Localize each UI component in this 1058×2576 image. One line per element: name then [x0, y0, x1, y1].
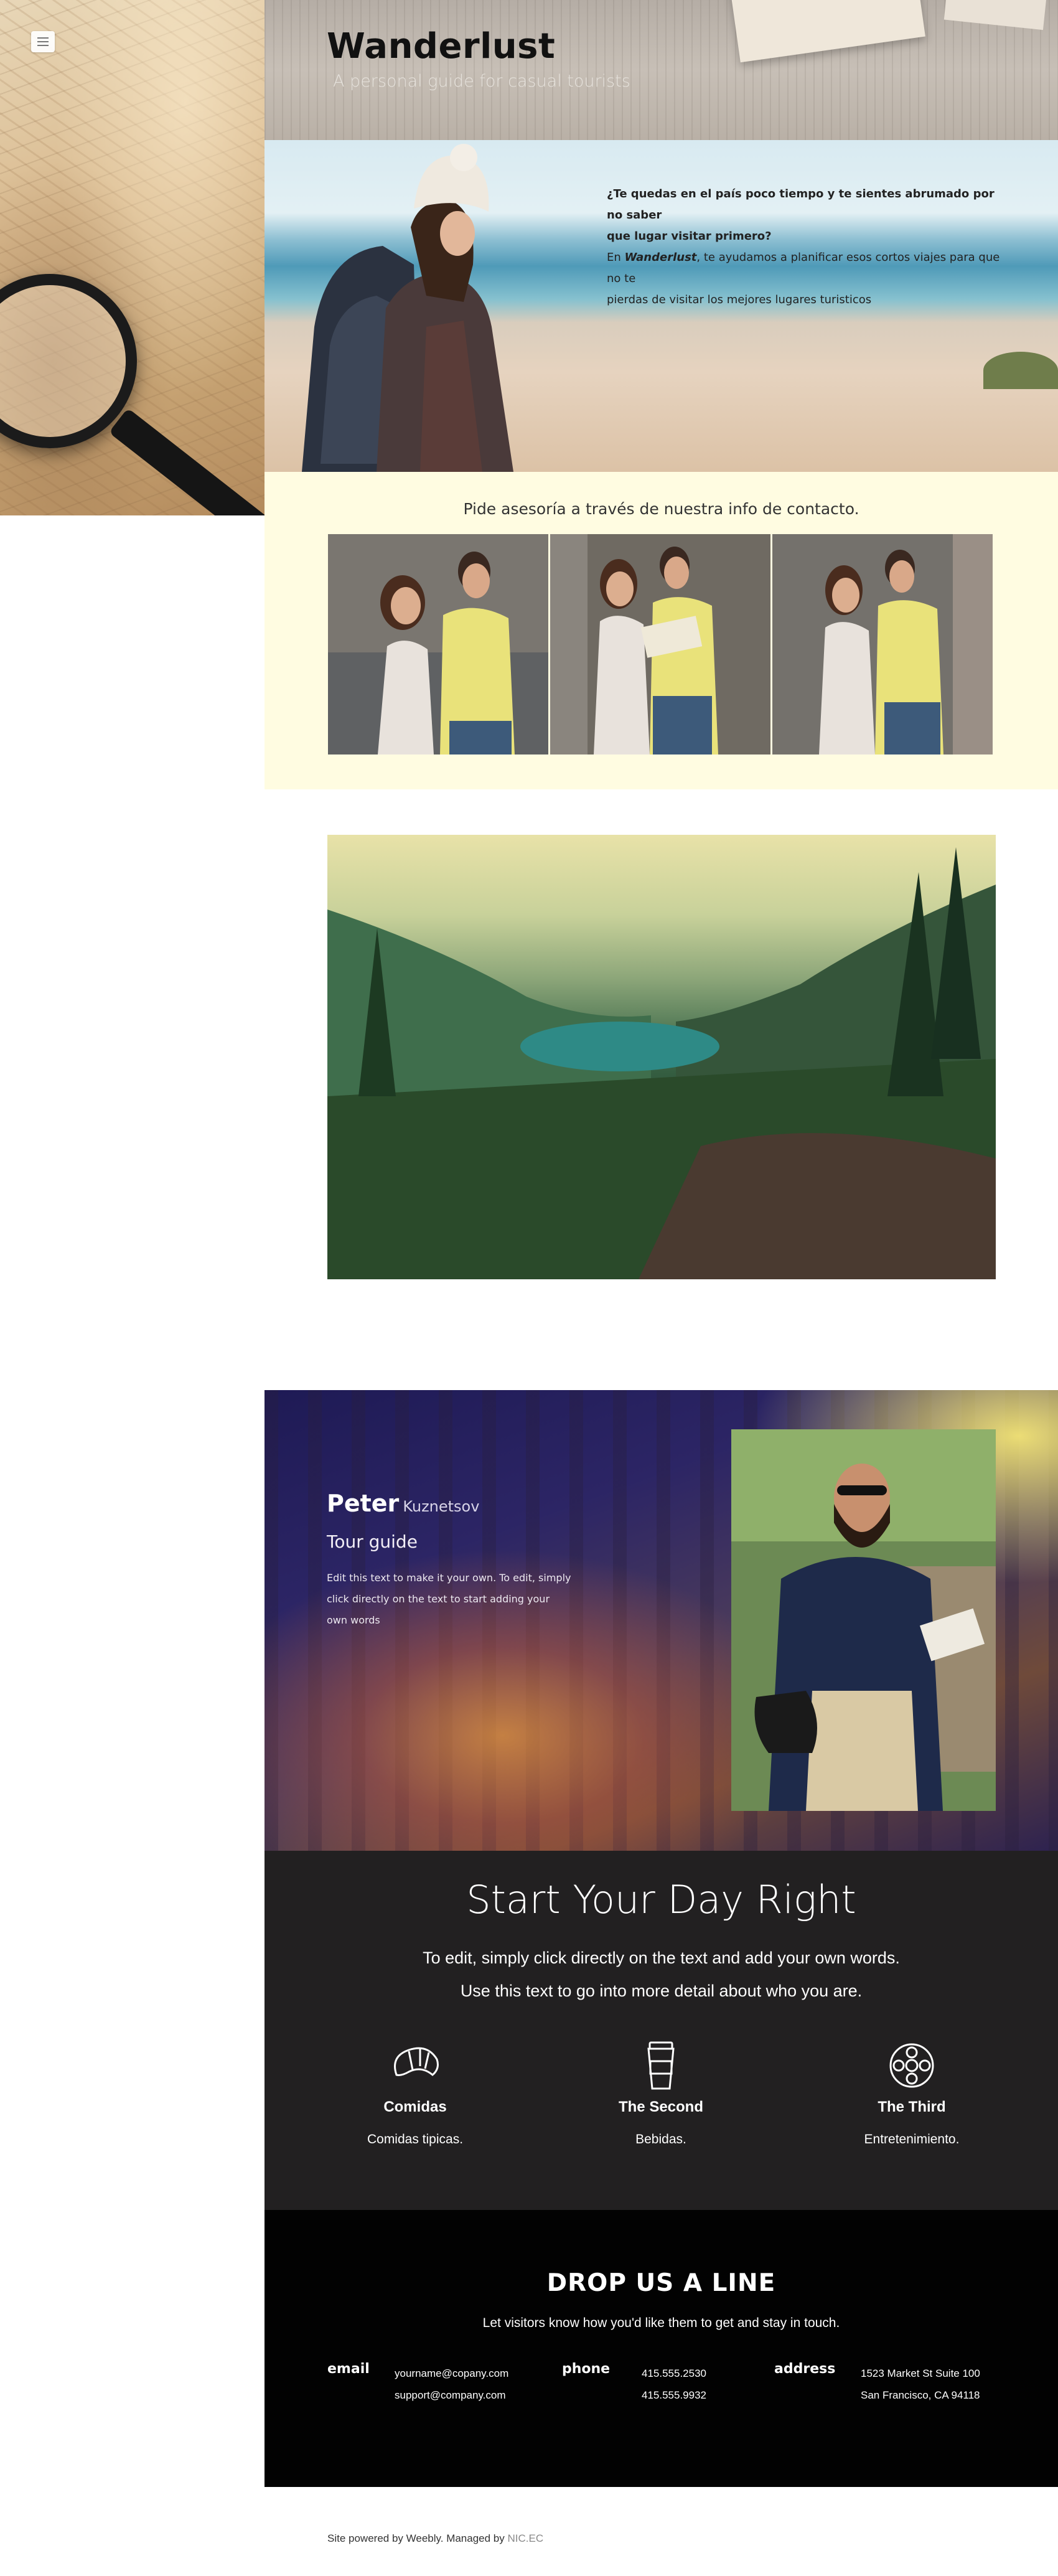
- guide-description: Edit this text to make it your own. To e…: [327, 1568, 588, 1631]
- guide-desc-line-1: Edit this text to make it your own. To e…: [327, 1572, 571, 1584]
- hero-answer-prefix: En: [607, 251, 625, 264]
- hero-question: ¿Te quedas en el país poco tiempo y te s…: [607, 184, 1005, 247]
- phone-1[interactable]: 415.555.2530: [642, 2367, 706, 2379]
- beach-grass: [983, 352, 1058, 389]
- phone-label: phone: [562, 2361, 611, 2377]
- hero-answer: En Wanderlust, te ayudamos a planificar …: [607, 247, 1005, 311]
- day-section-line-2: Use this text to go into more detail abo…: [460, 1981, 863, 2000]
- start-your-day-section: Start Your Day Right To edit, simply cli…: [264, 1851, 1058, 2210]
- guide-last-name: Kuznetsov: [403, 1498, 480, 1515]
- phone-values: 415.555.2530 415.555.9932: [642, 2362, 706, 2406]
- feature-text-1: Comidas tipicas.: [367, 2132, 464, 2146]
- hero-text: ¿Te quedas en el país poco tiempo y te s…: [607, 184, 1005, 311]
- address-line-1: 1523 Market St Suite 100: [861, 2367, 980, 2379]
- feature-text-2: Bebidas.: [635, 2132, 686, 2146]
- hero-answer-brand: Wanderlust: [624, 251, 697, 264]
- feature-title-3: The Third: [878, 2099, 946, 2115]
- feature-title-1: Comidas: [383, 2099, 447, 2115]
- email-label: email: [327, 2361, 370, 2377]
- tourists-photo-2[interactable]: [550, 534, 770, 754]
- traveler-image: [302, 144, 513, 472]
- guide-name: Peter Kuznetsov: [327, 1490, 479, 1517]
- feature-second: The Second Bebidas.: [561, 2038, 761, 2147]
- hero-question-line-1: ¿Te quedas en el país poco tiempo y te s…: [607, 187, 995, 222]
- header-banner: Wanderlust A personal guide for casual t…: [264, 0, 1058, 140]
- email-2[interactable]: support@company.com: [395, 2389, 506, 2401]
- map-background-image: [0, 0, 264, 515]
- address-label: address: [774, 2361, 836, 2377]
- feature-text-3: Entretenimiento.: [864, 2132, 960, 2146]
- flower-icon: [889, 2043, 934, 2088]
- contact-band: Pide asesoría a través de nuestra info d…: [264, 472, 1058, 789]
- hamburger-icon: [37, 37, 49, 39]
- magnifier-handle-image: [108, 408, 264, 515]
- footer-link[interactable]: NIC.EC: [507, 2532, 543, 2544]
- hero-beach-section: ¿Te quedas en el país poco tiempo y te s…: [264, 140, 1058, 472]
- site-subtitle: A personal guide for casual tourists: [333, 72, 630, 91]
- hero-question-line-2: que lugar visitar primero?: [607, 230, 772, 243]
- tourists-photo-1[interactable]: [328, 534, 548, 754]
- hero-answer-line-2: pierdas de visitar los mejores lugares t…: [607, 293, 872, 306]
- book-decoration: [730, 0, 925, 63]
- day-section-line-1: To edit, simply click directly on the te…: [423, 1948, 900, 1967]
- email-1[interactable]: yourname@copany.com: [395, 2367, 508, 2379]
- site-title[interactable]: Wanderlust: [327, 26, 555, 67]
- coffee-cup-icon: [647, 2041, 675, 2090]
- tourists-gallery: [328, 534, 993, 754]
- guide-desc-line-3: own words: [327, 1614, 380, 1626]
- guide-section: Peter Kuznetsov Tour guide Edit this text…: [264, 1390, 1058, 1851]
- book-decoration-2: [943, 0, 1048, 31]
- guide-photo[interactable]: [731, 1429, 996, 1811]
- feature-third: The Third Entretenimiento.: [812, 2038, 1011, 2147]
- footer-text: Site powered by Weebly. Managed by: [327, 2532, 508, 2544]
- tourists-photo-3[interactable]: [772, 534, 993, 754]
- contact-band-title: Pide asesoría a través de nuestra info d…: [463, 500, 859, 518]
- feature-comidas: Comidas Comidas tipicas.: [316, 2038, 515, 2147]
- phone-2[interactable]: 415.555.9932: [642, 2389, 706, 2401]
- guide-role: Tour guide: [327, 1531, 418, 1552]
- contact-title: DROP US A LINE: [546, 2269, 776, 2297]
- guide-desc-line-2: click directly on the text to start addi…: [327, 1593, 550, 1605]
- footer: Site powered by Weebly. Managed by NIC.E…: [327, 2532, 543, 2545]
- contact-subtitle: Let visitors know how you'd like them to…: [482, 2316, 840, 2330]
- menu-button[interactable]: [31, 31, 55, 52]
- croissant-icon: [394, 2047, 439, 2076]
- day-section-title: Start Your Day Right: [466, 1877, 856, 1922]
- email-values: yourname@copany.com support@company.com: [395, 2362, 508, 2406]
- contact-section: DROP US A LINE Let visitors know how you…: [264, 2210, 1058, 2487]
- address-line-2: San Francisco, CA 94118: [861, 2389, 980, 2401]
- feature-title-2: The Second: [618, 2099, 704, 2115]
- address-values: 1523 Market St Suite 100 San Francisco, …: [861, 2362, 980, 2406]
- guide-first-name: Peter: [327, 1490, 400, 1517]
- mountain-lake-image[interactable]: [327, 835, 996, 1279]
